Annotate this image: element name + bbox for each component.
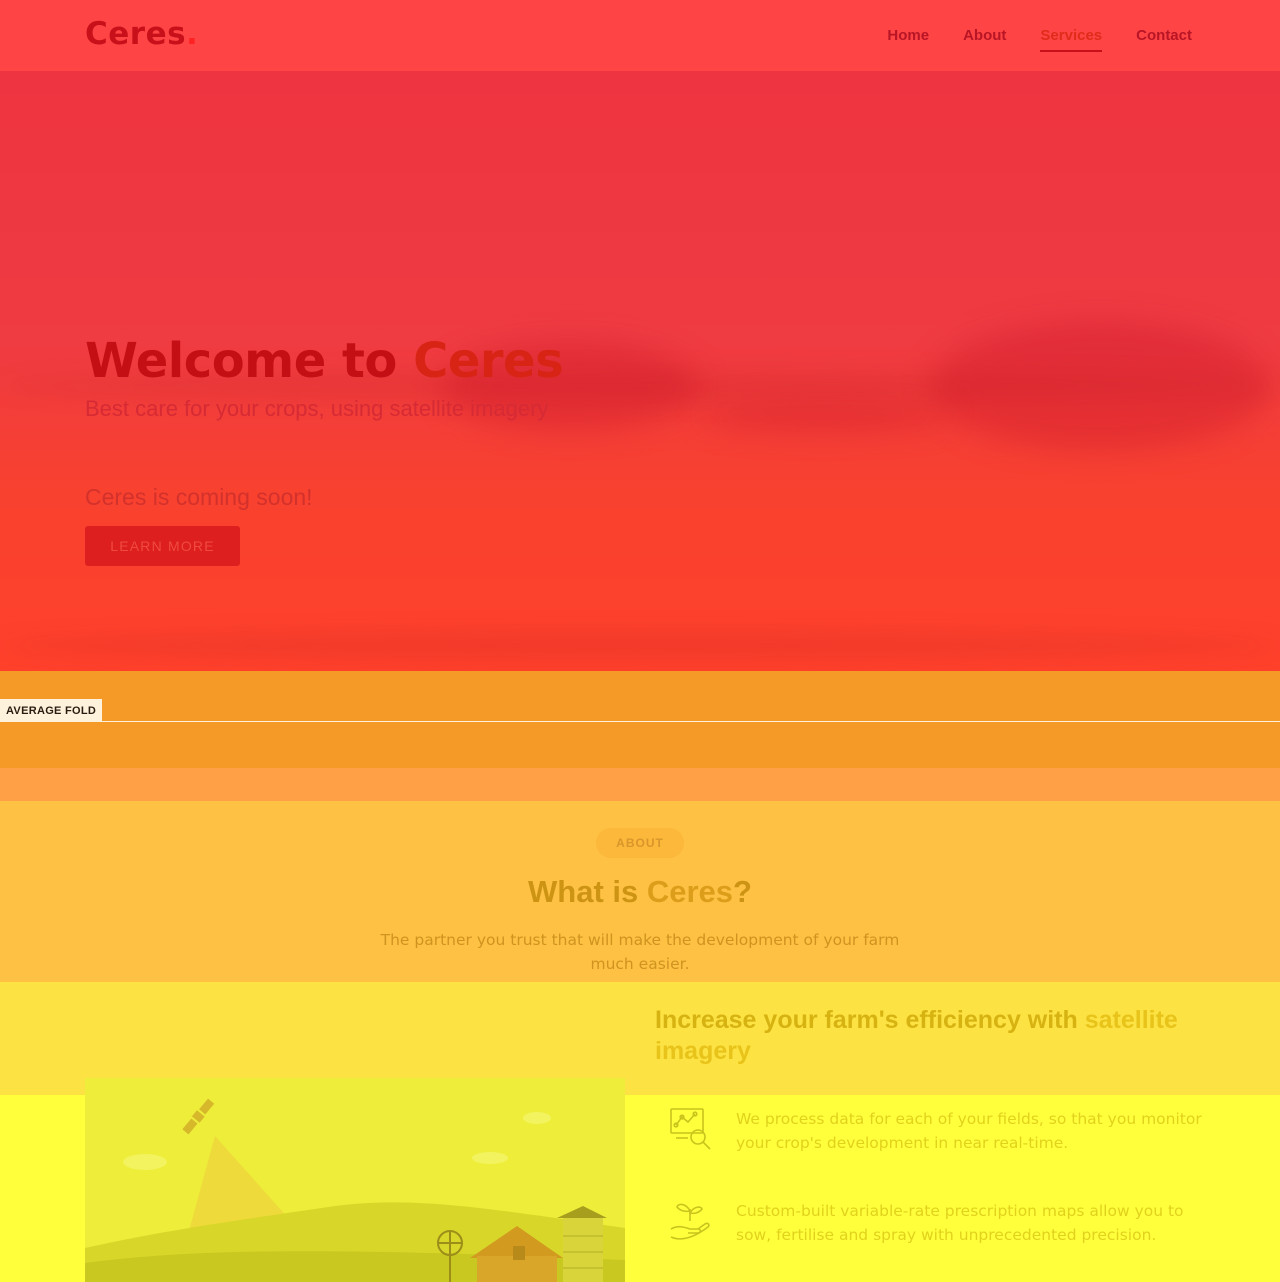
nav-about[interactable]: About: [963, 27, 1006, 52]
site-logo[interactable]: Ceres.: [85, 16, 198, 52]
about-title-suffix: ?: [733, 874, 752, 909]
hero-subtitle: Best care for your crops, using satellit…: [85, 396, 549, 421]
nav-contact[interactable]: Contact: [1136, 27, 1192, 52]
average-fold-label: AVERAGE FOLD: [0, 699, 103, 722]
nav-home[interactable]: Home: [887, 27, 929, 52]
feature-text: We process data for each of your fields,…: [736, 1110, 1202, 1152]
about-title-accent: Ceres: [646, 874, 734, 909]
hand-plant-icon: [668, 1199, 712, 1243]
features-title-prefix: Increase your farm's efficiency with: [655, 1006, 1085, 1034]
nav-services[interactable]: Services: [1040, 27, 1103, 52]
hero-title-accent: Ceres: [413, 333, 564, 389]
tree-shape: [700, 401, 950, 431]
coming-soon-text: Ceres is coming soon!: [85, 484, 313, 510]
tree-shape: [930, 321, 1270, 451]
heatmap-band-orange: [0, 671, 1280, 768]
field-shading: [0, 631, 1280, 661]
about-description: The partner you trust that will make the…: [380, 931, 900, 973]
feature-item: Custom-built variable-rate prescription …: [668, 1199, 1208, 1247]
hero-title-prefix: Welcome to: [85, 333, 414, 389]
hero-title: Welcome to Ceres: [85, 333, 564, 389]
feature-item: We process data for each of your fields,…: [668, 1107, 1208, 1155]
features-title: Increase your farm's efficiency with sat…: [655, 1005, 1215, 1067]
farm-illustration: [85, 1078, 625, 1282]
logo-text: Ceres: [85, 16, 187, 52]
about-pill: ABOUT: [596, 828, 684, 858]
heatmap-band-orange-light: [0, 768, 1280, 801]
main-nav: Home About Services Contact: [853, 27, 1192, 52]
feature-text: Custom-built variable-rate prescription …: [736, 1202, 1184, 1244]
logo-dot: .: [186, 16, 199, 52]
about-title: What is Ceres?: [0, 874, 1280, 910]
average-fold-line: [0, 721, 1280, 722]
learn-more-button[interactable]: LEARN MORE: [85, 526, 240, 566]
monitor-search-icon: [668, 1107, 712, 1151]
about-title-prefix: What is: [528, 874, 647, 909]
